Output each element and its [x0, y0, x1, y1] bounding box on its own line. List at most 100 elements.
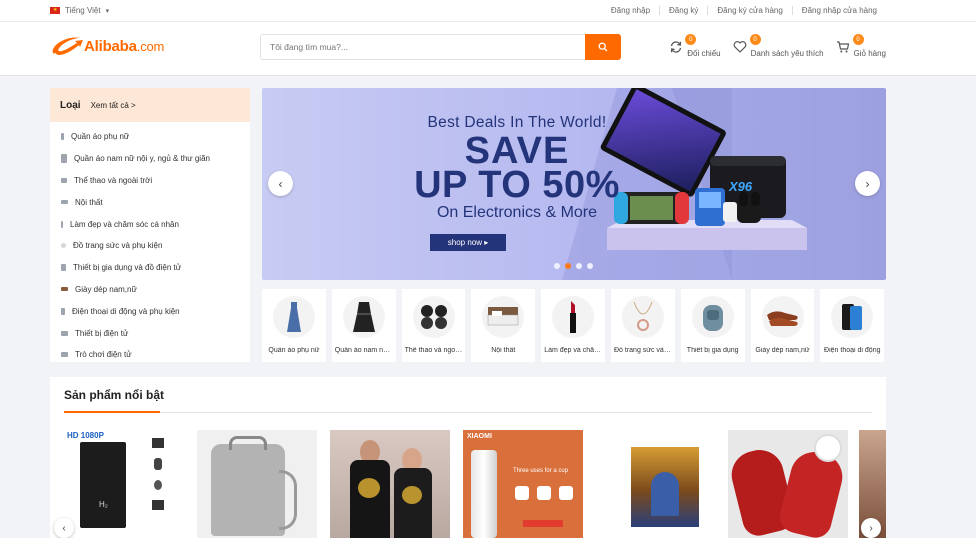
banner-dot[interactable] [576, 263, 582, 269]
category-item-shoes[interactable]: Giày dép nam,nữ [50, 279, 250, 301]
compare-button[interactable]: 0 Đối chiếu [669, 34, 721, 58]
search-button[interactable] [585, 34, 621, 60]
massage-slippers-image [728, 430, 848, 538]
banner-prev-button[interactable]: ‹ [268, 171, 293, 196]
strip-item-appliances[interactable]: Thiết bị gia dụng [680, 289, 745, 362]
strip-item-womens-clothing[interactable]: Quần áo phụ nữ [262, 289, 326, 362]
product-card[interactable] [330, 427, 450, 538]
appliance-icon [61, 264, 66, 272]
category-item-electronics[interactable]: Thiết bị điện tử [50, 322, 250, 344]
product-badge: HD 1080P [67, 431, 104, 440]
alibaba-logo[interactable]: Alibaba.com [50, 33, 164, 59]
language-selector[interactable]: Tiếng Việt ▾ [50, 6, 109, 15]
header-actions: 0 Đối chiếu 0 Danh sách yêu thích 0 Giỏ … [669, 34, 886, 58]
products-prev-button[interactable]: ‹ [54, 518, 74, 538]
featured-title: Sản phẩm nổi bật [64, 388, 165, 402]
chevron-right-icon: › [865, 176, 870, 191]
product-card[interactable] [596, 427, 716, 538]
banner-discount: UP TO 50% [414, 164, 620, 206]
tv-box-label: X96 [729, 179, 753, 194]
xiaomi-brand: XIAOMI [467, 433, 492, 440]
dress-image [273, 296, 315, 338]
strip-item-underwear[interactable]: Quần áo nam nữ nội y [331, 289, 396, 362]
strip-item-jewelry[interactable]: Đồ trang sức và phụ kiện [610, 289, 675, 362]
lingerie-icon [61, 154, 67, 164]
dumbbell-icon [61, 177, 67, 183]
view-all-link[interactable]: Xem tất cả > [91, 101, 136, 110]
category-item-phones[interactable]: Điện thoại di động và phụ kiện [50, 300, 250, 322]
language-label: Tiếng Việt [65, 6, 101, 15]
chevron-right-icon: › [869, 522, 873, 534]
cart-count-badge: 0 [852, 34, 864, 45]
store-login-link[interactable]: Đăng nhập cửa hàng [791, 6, 886, 15]
product-brand: H₂ [99, 500, 108, 509]
section-divider [64, 412, 872, 413]
cart-label: Giỏ hàng [853, 49, 886, 58]
alibaba-logo-mark-icon [50, 33, 88, 59]
banner-dot-active[interactable] [565, 263, 571, 269]
banner-text: Best Deals In The World! SAVE UP TO 50% … [362, 114, 672, 222]
necklace-image [621, 296, 664, 338]
register-link[interactable]: Đăng ký [659, 6, 707, 15]
top-bar: Tiếng Việt ▾ Đăng nhập Đăng ký Đăng ký c… [0, 0, 976, 22]
dress-icon [61, 133, 64, 141]
wishlist-count-badge: 0 [749, 34, 761, 45]
category-item-beauty[interactable]: Làm đẹp và chăm sóc cá nhân [50, 213, 250, 235]
account-links: Đăng nhập Đăng ký Đăng ký cửa hàng Đăng … [602, 6, 886, 15]
category-strip: Quần áo phụ nữ Quần áo nam nữ nội y Thể … [262, 289, 886, 362]
category-item-sports[interactable]: Thể thao và ngoài trời [50, 170, 250, 192]
promo-banner[interactable]: X96 Best Deals In The World! SAVE UP TO … [262, 88, 886, 280]
category-item-underwear[interactable]: Quần áo nam nữ nội y, ngủ & thư giãn [50, 148, 250, 170]
cart-button[interactable]: 0 Giỏ hàng [836, 34, 886, 58]
products-next-button[interactable]: › [861, 518, 881, 538]
category-item-furniture[interactable]: Nội thất [50, 191, 250, 213]
search-input[interactable] [261, 35, 585, 59]
vietnam-flag-icon [50, 7, 60, 14]
dumbbell-image [412, 296, 455, 338]
product-card[interactable] [197, 427, 317, 538]
category-item-games[interactable]: Trò chơi điện tử [50, 344, 250, 366]
register-store-link[interactable]: Đăng ký cửa hàng [707, 6, 791, 15]
strip-item-phones[interactable]: Điện thoại di động [820, 289, 885, 362]
strip-item-beauty[interactable]: Làm đẹp và chăm sóc [541, 289, 605, 362]
compare-count-badge: 0 [685, 34, 697, 45]
category-item-womens-clothing[interactable]: Quần áo phụ nữ [50, 126, 250, 148]
product-card[interactable] [728, 427, 848, 538]
phone-image [831, 296, 874, 338]
logo-text: Alibaba.com [84, 37, 165, 55]
cup-caption: Three uses for a cup [513, 468, 569, 474]
chevron-left-icon: ‹ [62, 522, 66, 534]
backpack-image [197, 430, 317, 538]
wishlist-button[interactable]: 0 Danh sách yêu thích [733, 34, 824, 58]
necklace-icon [61, 243, 66, 249]
category-item-jewelry[interactable]: Đồ trang sức và phụ kiện [50, 235, 250, 257]
strip-item-sports[interactable]: Thể thao và ngoài trời [401, 289, 466, 362]
banner-pagination [554, 263, 593, 269]
lingerie-image [342, 296, 385, 338]
featured-products-section: Sản phẩm nổi bật HD 1080P H₂ XIAOMI Thre… [50, 377, 886, 538]
strip-item-shoes[interactable]: Giày dép nam,nữ [750, 289, 815, 362]
category-item-appliances[interactable]: Thiết bị gia dụng và đồ điện tử [50, 257, 250, 279]
banner-next-button[interactable]: › [855, 171, 880, 196]
shoe-icon [61, 287, 68, 292]
heart-icon [733, 40, 747, 54]
banner-dot[interactable] [554, 263, 560, 269]
power-bank-image: HD 1080P H₂ [64, 430, 184, 538]
couple-tshirt-image [330, 430, 450, 538]
product-card[interactable]: XIAOMI Three uses for a cup [463, 427, 583, 538]
login-link[interactable]: Đăng nhập [602, 6, 659, 15]
header: Alibaba.com 0 Đối chiếu 0 Danh sách yêu … [0, 22, 976, 76]
bed-icon [61, 200, 68, 205]
category-list: Quần áo phụ nữ Quần áo nam nữ nội y, ngủ… [50, 122, 250, 366]
strip-item-furniture[interactable]: Nội thất [471, 289, 536, 362]
laptop-icon [61, 330, 68, 336]
banner-subtitle: On Electronics & More [436, 204, 598, 221]
search-icon [598, 42, 608, 52]
lipstick-icon [61, 220, 63, 228]
product-card[interactable]: HD 1080P H₂ [64, 427, 184, 538]
banner-dot[interactable] [587, 263, 593, 269]
lipstick-image [552, 296, 595, 338]
nft-art-image [596, 430, 716, 538]
shop-now-button[interactable]: shop now ▸ [430, 234, 506, 251]
chevron-down-icon: ▾ [105, 7, 110, 15]
